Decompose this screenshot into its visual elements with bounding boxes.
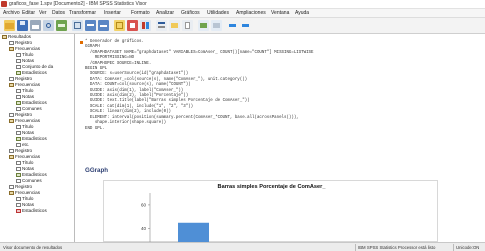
log-icon: [9, 40, 14, 45]
text-icon: [16, 142, 21, 147]
book-icon: [9, 190, 14, 195]
text-icon: [16, 196, 21, 201]
notes-icon: [16, 202, 21, 207]
book-icon: [2, 34, 7, 39]
table-icon: [16, 70, 21, 75]
notes-icon: [16, 94, 21, 99]
y-tick-label: 60: [141, 202, 147, 207]
text-icon: [16, 64, 21, 69]
log-icon: [9, 148, 14, 153]
log-icon: [9, 76, 14, 81]
syntax-log-block[interactable]: * Generador de gráficos. GGRAPH /GRAPHDA…: [80, 40, 475, 132]
menu-ampliaciones[interactable]: Ampliaciones: [236, 10, 266, 16]
status-separator: [355, 244, 356, 251]
redo-icon[interactable]: [98, 20, 109, 31]
variables-icon[interactable]: [140, 20, 151, 31]
unicode-status: Unicode:ON: [456, 245, 480, 250]
text-icon: [16, 160, 21, 165]
section-heading: GGraph: [85, 167, 109, 174]
text-icon: [16, 178, 21, 183]
output-outline-pane: Resultados Registro Frecuencias Título N…: [0, 34, 75, 242]
table-icon: [16, 100, 21, 105]
output-content-pane[interactable]: * Generador de gráficos. GGRAPH /GRAPHDA…: [75, 34, 485, 242]
menu-datos[interactable]: Datos: [52, 10, 65, 16]
text-icon: [16, 124, 21, 129]
export-icon[interactable]: [56, 20, 67, 31]
text-icon: [16, 88, 21, 93]
goto-case-icon[interactable]: [127, 20, 138, 31]
chart-container[interactable]: Barras simples Porcentaje de ComAser_ 60…: [103, 180, 438, 242]
book-icon: [9, 154, 14, 159]
selection-marker-icon: [80, 41, 83, 44]
processor-status: IBM SPSS Statistics Processor está listo: [358, 245, 436, 250]
log-icon: [9, 112, 14, 117]
insert-heading-icon[interactable]: [156, 20, 167, 31]
window-title: graficos_fase 1.spv [Documento2] - IBM S…: [9, 1, 147, 7]
recall-dialog-icon[interactable]: [72, 20, 83, 31]
nav-item[interactable]: Estadísticos: [16, 208, 47, 214]
notes-icon: [16, 58, 21, 63]
y-tick-label: 40: [141, 226, 147, 231]
menu-formato[interactable]: Formato: [131, 10, 150, 16]
menu-ventana[interactable]: Ventana: [271, 10, 289, 16]
notes-icon: [16, 130, 21, 135]
status-bar: Visor documento de resultados IBM SPSS S…: [0, 242, 485, 251]
menu-utilidades[interactable]: Utilidades: [207, 10, 229, 16]
menu-transformar[interactable]: Transformar: [69, 10, 96, 16]
bar: [178, 222, 209, 242]
print-preview-icon[interactable]: [43, 20, 54, 31]
goto-data-icon[interactable]: [114, 20, 125, 31]
menu-ayuda[interactable]: Ayuda: [295, 10, 309, 16]
open-icon[interactable]: [4, 20, 15, 31]
syntax-line: END GPL.: [85, 126, 105, 131]
print-icon[interactable]: [30, 20, 41, 31]
book-icon: [9, 46, 14, 51]
text-icon: [16, 52, 21, 57]
show-all-icon[interactable]: [198, 20, 209, 31]
insert-title-icon[interactable]: [169, 20, 180, 31]
toolbar: [0, 18, 485, 34]
promote-icon[interactable]: [227, 20, 238, 31]
menu-graficos[interactable]: Gráficos: [181, 10, 200, 16]
log-icon: [9, 184, 14, 189]
warning-table-icon: [16, 208, 21, 213]
menu-analizar[interactable]: Analizar: [156, 10, 174, 16]
menu-archivo[interactable]: Archivo: [3, 10, 20, 16]
book-icon: [9, 118, 14, 123]
notes-icon: [16, 166, 21, 171]
table-icon: [16, 136, 21, 141]
insert-text-icon[interactable]: [182, 20, 193, 31]
menu-editar[interactable]: Editar: [22, 10, 35, 16]
table-icon: [16, 172, 21, 177]
demote-icon[interactable]: [240, 20, 251, 31]
text-icon: [16, 106, 21, 111]
bar-chart: 60 40: [141, 193, 209, 242]
title-bar: graficos_fase 1.spv [Documento2] - IBM S…: [0, 0, 485, 9]
menu-ver[interactable]: Ver: [39, 10, 47, 16]
menu-bar: Archivo Editar Ver Datos Transformar Ins…: [0, 9, 485, 18]
status-left-text: Visor documento de resultados: [3, 245, 63, 250]
book-icon: [9, 82, 14, 87]
hide-icon[interactable]: [211, 20, 222, 31]
undo-icon[interactable]: [85, 20, 96, 31]
menu-insertar[interactable]: Insertar: [104, 10, 121, 16]
status-separator: [453, 244, 454, 251]
save-icon[interactable]: [17, 20, 28, 31]
spss-app-icon: [1, 1, 7, 7]
